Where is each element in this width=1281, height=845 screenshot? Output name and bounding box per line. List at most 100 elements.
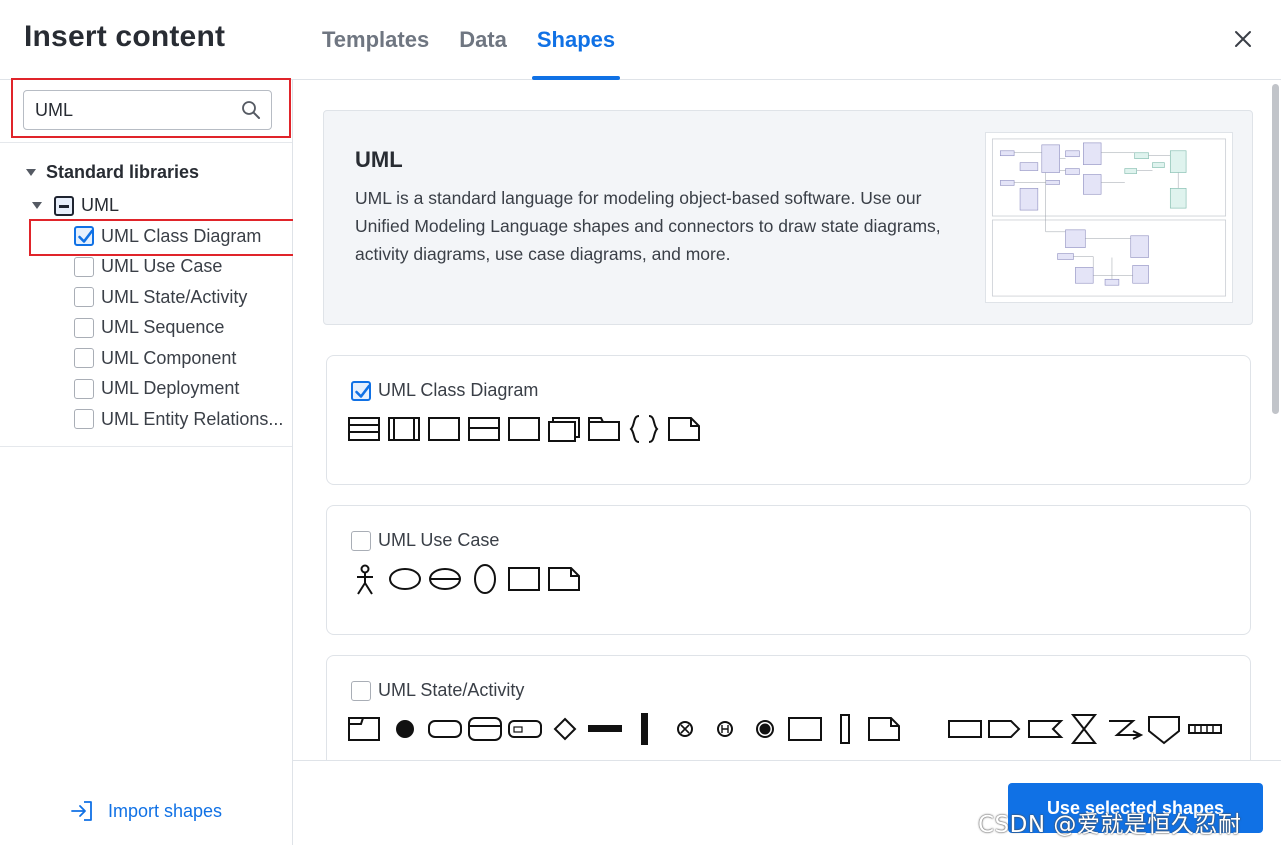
note-shape-icon	[668, 417, 700, 441]
library-card-label: UML State/Activity	[378, 680, 525, 700]
library-card-label: UML Use Case	[378, 530, 500, 550]
library-item-uml-state-activity[interactable]: UML State/Activity	[74, 282, 283, 313]
checkbox[interactable]	[351, 530, 371, 551]
library-card-uml-use-case[interactable]: UML Use Case	[326, 505, 1251, 635]
tab-data[interactable]: Data	[459, 0, 507, 80]
send-signal-icon	[988, 720, 1021, 738]
import-icon	[71, 801, 92, 821]
library-item-label: UML Entity Relations...	[101, 408, 284, 429]
checkbox[interactable]	[74, 378, 94, 399]
checkmark-icon	[78, 229, 94, 244]
checkbox[interactable]	[74, 348, 94, 369]
note-shape-icon	[548, 567, 580, 591]
library-list: UML Class Diagram UML Use Case UML State…	[74, 221, 283, 435]
split-class-shape-icon	[468, 417, 500, 441]
library-item-label: UML Sequence	[101, 317, 225, 338]
horizontal-fork-icon	[588, 725, 622, 732]
library-card-label: UML Class Diagram	[378, 380, 539, 400]
library-item-uml-sequence[interactable]: UML Sequence	[74, 313, 283, 344]
history-state-icon	[717, 721, 733, 737]
library-sidebar: Standard libraries UML UML Class Diagram…	[0, 78, 300, 845]
library-info-card: UML UML is a standard language for model…	[323, 110, 1253, 325]
section-label: Standard libraries	[46, 162, 200, 182]
use-case-ellipse-icon	[389, 568, 421, 590]
checkbox[interactable]	[74, 287, 94, 308]
actor-shape-icon	[357, 564, 373, 595]
library-item-uml-class-diagram[interactable]: UML Class Diagram	[74, 221, 283, 252]
library-item-uml-component[interactable]: UML Component	[74, 343, 283, 374]
uml-library-group[interactable]: UML	[32, 195, 119, 216]
state-with-icon	[508, 720, 542, 738]
checkbox-checked[interactable]	[351, 380, 371, 401]
final-state-icon	[756, 720, 774, 738]
indeterminate-checkbox[interactable]	[54, 195, 74, 216]
group-label: UML	[81, 195, 120, 215]
system-boundary-icon	[508, 567, 540, 591]
object-node-icon	[788, 717, 822, 741]
import-shapes-link[interactable]: Import shapes	[70, 800, 222, 822]
shapes-panel: UML UML is a standard language for model…	[293, 80, 1281, 760]
initial-state-icon	[396, 720, 414, 738]
flow-final-icon	[677, 721, 693, 737]
pin-shield-icon	[1148, 716, 1180, 745]
tab-shapes[interactable]: Shapes	[531, 0, 621, 80]
library-card-header[interactable]: UML State/Activity	[351, 680, 524, 701]
composite-state-icon	[468, 717, 502, 741]
uml-diagram-preview-image	[985, 132, 1233, 303]
state-shape-icon	[428, 720, 462, 738]
dashed-bar-icon	[1188, 724, 1222, 734]
standard-libraries-toggle[interactable]: Standard libraries	[26, 162, 199, 183]
library-card-uml-class-diagram[interactable]: UML Class Diagram	[326, 355, 1251, 485]
library-title: UML	[355, 147, 403, 172]
multi-object-shape-icon	[548, 417, 580, 442]
vertical-bar-icon	[840, 714, 850, 744]
hourglass-icon	[1070, 714, 1098, 744]
package-shape-icon	[588, 417, 620, 441]
class-diagram-shapes[interactable]	[347, 413, 707, 449]
library-card-header[interactable]: UML Class Diagram	[351, 380, 538, 401]
caret-down-icon[interactable]	[32, 202, 42, 209]
object-shape-icon	[508, 417, 540, 441]
active-class-shape-icon	[388, 417, 420, 441]
class-shape-icon	[348, 417, 380, 441]
scrollbar-thumb[interactable]	[1272, 84, 1279, 414]
caret-down-icon	[26, 169, 36, 176]
dialog-title: Insert content	[24, 20, 226, 53]
search-icon[interactable]	[241, 100, 261, 120]
checkbox[interactable]	[74, 317, 94, 338]
library-card-uml-state-activity[interactable]: UML State/Activity	[326, 655, 1251, 760]
tab-templates[interactable]: Templates	[322, 0, 429, 80]
library-item-label: UML Class Diagram	[101, 225, 262, 246]
checkbox-checked[interactable]	[74, 226, 94, 247]
note-shape-icon	[868, 717, 900, 741]
use-case-shapes[interactable]	[347, 563, 587, 599]
library-item-label: UML State/Activity	[101, 286, 248, 307]
divider	[0, 142, 292, 143]
state-activity-shapes[interactable]	[347, 713, 1247, 760]
checkbox[interactable]	[74, 256, 94, 277]
library-item-uml-entity-relations[interactable]: UML Entity Relations...	[74, 404, 283, 435]
interface-shape-icon	[428, 417, 460, 441]
import-shapes-label: Import shapes	[108, 800, 223, 821]
frame-shape-icon	[348, 717, 380, 741]
close-icon[interactable]	[1228, 24, 1258, 54]
library-item-label: UML Use Case	[101, 256, 223, 277]
braces-shape-icon	[629, 415, 659, 443]
search-input[interactable]	[23, 90, 272, 130]
library-description: UML is a standard language for modeling …	[355, 188, 941, 264]
library-item-uml-deployment[interactable]: UML Deployment	[74, 374, 283, 405]
rectangle-icon	[948, 720, 982, 738]
library-card-header[interactable]: UML Use Case	[351, 530, 499, 551]
vertical-fork-icon	[641, 713, 648, 745]
checkmark-icon	[355, 384, 371, 398]
dialog-header: Insert content Templates Data Shapes	[0, 0, 1281, 80]
library-item-label: UML Component	[101, 347, 237, 368]
library-item-uml-use-case[interactable]: UML Use Case	[74, 252, 283, 283]
checkbox[interactable]	[351, 680, 371, 701]
receive-signal-icon	[1028, 720, 1064, 738]
tab-bar: Templates Data Shapes	[322, 0, 645, 80]
divider	[0, 446, 292, 447]
interrupt-edge-icon	[1109, 720, 1144, 740]
checkbox[interactable]	[74, 409, 94, 430]
vertical-ellipse-icon	[474, 564, 496, 594]
